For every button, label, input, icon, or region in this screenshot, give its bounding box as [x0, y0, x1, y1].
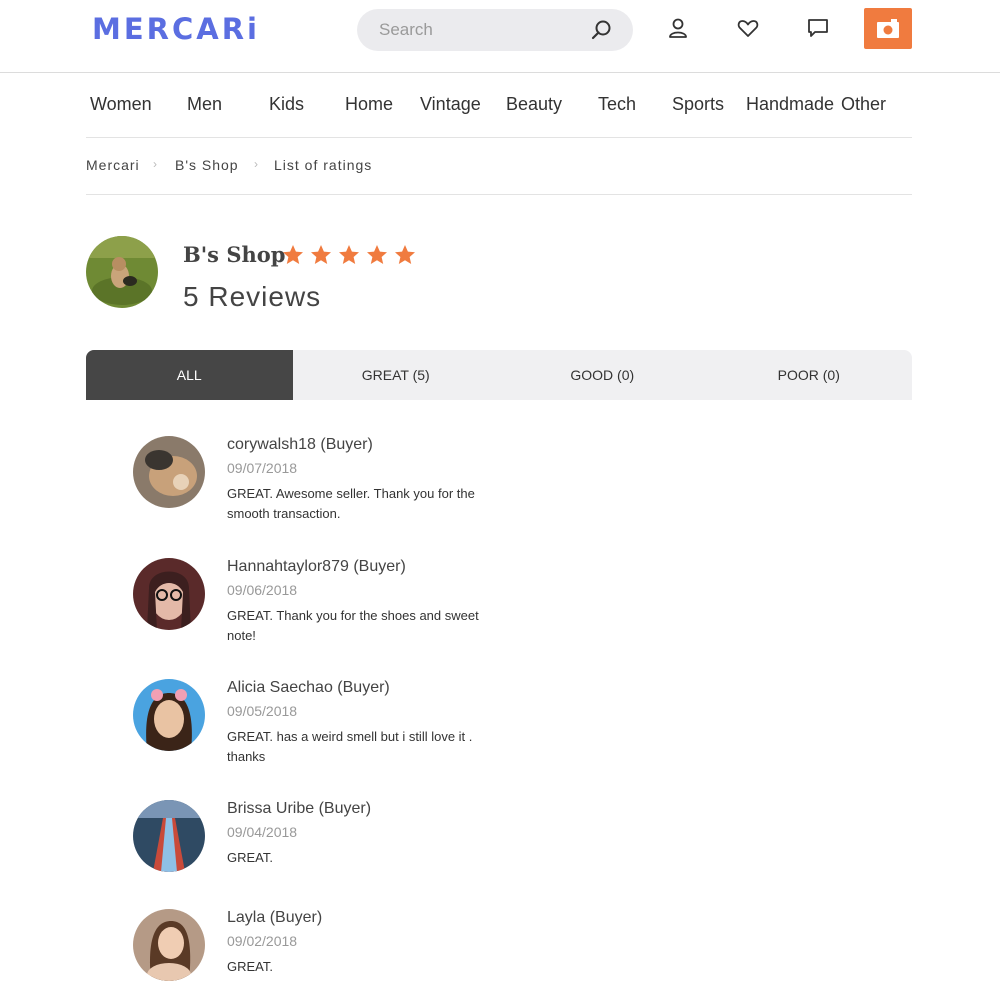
- category-beauty[interactable]: Beauty: [506, 94, 562, 115]
- review-text: GREAT.: [227, 959, 273, 974]
- breadcrumb-mercari[interactable]: Mercari: [86, 157, 140, 173]
- sell-camera-button[interactable]: [864, 8, 912, 49]
- reviewer-avatar[interactable]: [133, 679, 205, 751]
- reviewer-avatar[interactable]: [133, 909, 205, 981]
- breadcrumb-shop[interactable]: B's Shop: [175, 157, 239, 173]
- reviewer-name[interactable]: Layla (Buyer): [227, 909, 322, 927]
- review-text: GREAT.: [227, 850, 273, 865]
- category-sports[interactable]: Sports: [672, 94, 724, 115]
- category-women[interactable]: Women: [90, 94, 152, 115]
- reviewer-name[interactable]: Brissa Uribe (Buyer): [227, 800, 371, 818]
- mercari-logo[interactable]: MERCARi: [92, 12, 260, 46]
- review-date: 09/02/2018: [227, 933, 298, 949]
- category-tech[interactable]: Tech: [598, 94, 636, 115]
- user-icon[interactable]: [664, 14, 692, 42]
- heart-icon[interactable]: [734, 14, 762, 42]
- star-icon: [339, 245, 359, 264]
- star-icon: [367, 245, 387, 264]
- shop-name[interactable]: B's Shop: [183, 242, 285, 267]
- star-icon: [283, 245, 303, 264]
- search-icon[interactable]: [589, 18, 613, 47]
- camera-icon: [877, 18, 899, 38]
- message-icon[interactable]: [804, 14, 832, 42]
- reviewer-name[interactable]: Alicia Saechao (Buyer): [227, 679, 390, 697]
- reviews-count: 5 Reviews: [183, 281, 322, 312]
- reviewer-name[interactable]: Hannahtaylor879 (Buyer): [227, 558, 406, 576]
- breadcrumb: Mercari › B's Shop › List of ratings: [86, 139, 912, 195]
- category-other[interactable]: Other: [841, 94, 886, 115]
- category-men[interactable]: Men: [187, 94, 222, 115]
- category-nav: Women Men Kids Home Vintage Beauty Tech …: [86, 74, 912, 138]
- reviewer-avatar[interactable]: [133, 800, 205, 872]
- header: MERCARi: [0, 0, 1000, 73]
- category-kids[interactable]: Kids: [269, 94, 304, 115]
- category-handmade[interactable]: Handmade: [746, 94, 834, 115]
- review-date: 09/05/2018: [227, 703, 298, 719]
- chevron-right-icon: ›: [153, 157, 158, 171]
- rating-filter-tabs: ALL GREAT (5) GOOD (0) POOR (0): [86, 350, 912, 400]
- star-icon: [311, 245, 331, 264]
- star-icon: [395, 245, 415, 264]
- tab-poor[interactable]: POOR (0): [706, 350, 913, 400]
- shop-avatar[interactable]: [86, 236, 158, 308]
- search-input[interactable]: [379, 15, 579, 45]
- tab-good[interactable]: GOOD (0): [499, 350, 706, 400]
- review-text: GREAT. Awesome seller. Thank you for the…: [227, 486, 475, 521]
- review-date: 09/07/2018: [227, 460, 298, 476]
- tab-all[interactable]: ALL: [86, 350, 293, 400]
- chevron-right-icon: ›: [254, 157, 259, 171]
- review-text: GREAT. has a weird smell but i still lov…: [227, 729, 473, 764]
- review-date: 09/04/2018: [227, 824, 298, 840]
- shop-rating: [281, 243, 417, 267]
- reviewer-name[interactable]: corywalsh18 (Buyer): [227, 436, 373, 454]
- tab-great[interactable]: GREAT (5): [293, 350, 500, 400]
- category-vintage[interactable]: Vintage: [420, 94, 481, 115]
- review-text: GREAT. Thank you for the shoes and sweet…: [227, 608, 479, 643]
- breadcrumb-current: List of ratings: [274, 157, 373, 173]
- reviewer-avatar[interactable]: [133, 558, 205, 630]
- search-bar[interactable]: [357, 9, 633, 51]
- category-home[interactable]: Home: [345, 94, 393, 115]
- reviewer-avatar[interactable]: [133, 436, 205, 508]
- review-date: 09/06/2018: [227, 582, 298, 598]
